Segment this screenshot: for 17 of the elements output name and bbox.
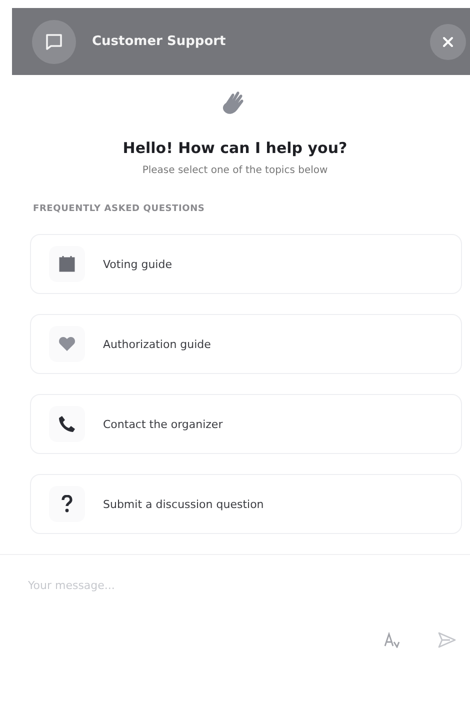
- heart-icon: [58, 336, 76, 352]
- question-icon: [61, 495, 73, 513]
- calendar-icon: [58, 255, 76, 273]
- close-icon: [442, 36, 454, 48]
- close-button[interactable]: [430, 24, 466, 60]
- send-icon[interactable]: [438, 632, 456, 648]
- section-heading: FREQUENTLY ASKED QUESTIONS: [33, 204, 206, 214]
- greeting-subtitle: Please select one of the topics below: [141, 165, 329, 176]
- phone-icon: [58, 415, 76, 433]
- header-title: Customer Support: [92, 34, 227, 49]
- greeting-title: Hello! How can I help you?: [122, 139, 348, 157]
- chat-icon: [32, 20, 76, 64]
- topic-button[interactable]: Contact the organizer: [30, 394, 462, 454]
- topic-button[interactable]: Authorization guide: [30, 314, 462, 374]
- text-format-icon[interactable]: [384, 632, 400, 648]
- topic-button[interactable]: Voting guide: [30, 234, 462, 294]
- topic-button[interactable]: Submit a discussion question: [30, 474, 462, 534]
